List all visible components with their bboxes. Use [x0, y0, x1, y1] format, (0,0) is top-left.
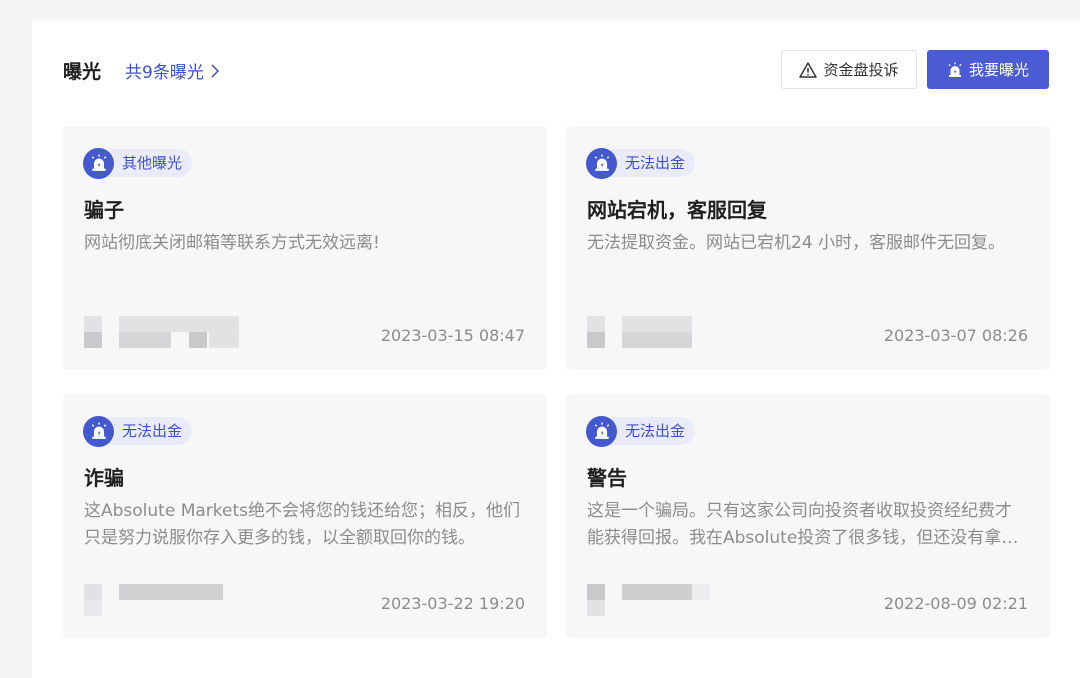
card-description: 这Absolute Markets绝不会将您的钱还给您；相反，他们只是努力说服你…	[84, 501, 520, 548]
blurred-author-avatar	[587, 316, 767, 350]
exposure-card[interactable]: 无法出金 网站宕机，客服回复 无法提取资金。网站已宕机24 小时，客服邮件无回复…	[566, 126, 1050, 370]
alarm-siren-icon	[947, 62, 963, 78]
blurred-author-avatar	[84, 584, 264, 618]
alarm-siren-icon	[83, 147, 114, 179]
category-tag: 无法出金	[83, 414, 193, 448]
blurred-author-avatar	[84, 316, 264, 350]
exposure-card[interactable]: 无法出金 诈骗 这Absolute Markets绝不会将您的钱还给您；相反，他…	[63, 394, 547, 638]
card-description: 这是一个骗局。只有这家公司向投资者收取投资经纪费才能获得回报。我在Absolut…	[587, 501, 1019, 548]
card-description: 网站彻底关闭邮箱等联系方式无效远离!	[84, 233, 380, 253]
exposure-panel: 曝光 共9条曝光 资金盘投诉 我要曝光 其他曝光 骗子 网站彻底关闭邮箱等联系方…	[32, 20, 1080, 678]
page-title: 曝光	[63, 61, 102, 83]
complain-button[interactable]: 资金盘投诉	[781, 50, 917, 89]
category-tag: 其他曝光	[83, 146, 193, 180]
alarm-siren-icon	[586, 415, 617, 447]
card-date: 2023-03-15 08:47	[380, 326, 525, 345]
expose-button-label: 我要曝光	[968, 61, 1029, 79]
exposure-count-label: 共9条曝光	[125, 63, 204, 83]
exposure-card[interactable]: 无法出金 警告 这是一个骗局。只有这家公司向投资者收取投资经纪费才能获得回报。我…	[566, 394, 1050, 638]
exposure-count-link[interactable]: 共9条曝光	[125, 58, 220, 83]
warning-triangle-icon	[799, 61, 818, 78]
category-tag-label: 无法出金	[108, 417, 193, 445]
alarm-siren-icon	[586, 147, 617, 179]
exposure-card[interactable]: 其他曝光 骗子 网站彻底关闭邮箱等联系方式无效远离! 2023-03-15 08…	[63, 126, 547, 370]
category-tag: 无法出金	[586, 414, 696, 448]
card-title: 骗子	[84, 198, 124, 222]
card-date: 2023-03-22 19:20	[380, 594, 525, 613]
category-tag: 无法出金	[586, 146, 696, 180]
card-title: 警告	[587, 466, 627, 490]
card-date: 2023-03-07 08:26	[883, 326, 1028, 345]
exposure-header: 曝光 共9条曝光 资金盘投诉 我要曝光	[63, 50, 1049, 90]
card-date: 2022-08-09 02:21	[883, 594, 1028, 613]
card-title: 诈骗	[84, 466, 124, 490]
complain-button-label: 资金盘投诉	[823, 61, 899, 79]
blurred-author-avatar	[587, 584, 767, 618]
category-tag-label: 无法出金	[611, 417, 696, 445]
chevron-right-icon	[211, 63, 219, 78]
category-tag-label: 其他曝光	[108, 149, 193, 177]
card-description: 无法提取资金。网站已宕机24 小时，客服邮件无回复。	[587, 233, 1006, 253]
card-title: 网站宕机，客服回复	[587, 198, 767, 222]
category-tag-label: 无法出金	[611, 149, 696, 177]
expose-button[interactable]: 我要曝光	[927, 50, 1049, 89]
alarm-siren-icon	[83, 415, 114, 447]
